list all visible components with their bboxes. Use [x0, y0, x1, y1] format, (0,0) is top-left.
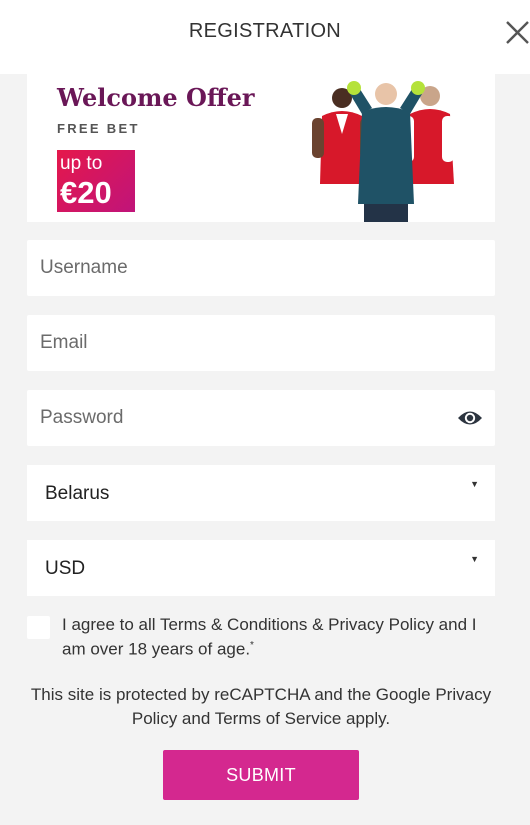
- close-icon: [506, 21, 529, 44]
- currency-value: USD: [45, 558, 86, 579]
- chevron-down-icon: ▼: [470, 479, 479, 489]
- page-title: REGISTRATION: [188, 20, 342, 42]
- offer-subtitle: FREE BET: [57, 121, 140, 136]
- show-password-button[interactable]: [457, 408, 483, 428]
- football-players-image: [312, 81, 454, 222]
- bonus-badge-amount: €20: [60, 175, 112, 210]
- country-select[interactable]: Belarus ▼: [27, 465, 495, 521]
- terms-label: I agree to all Terms & Conditions & Priv…: [62, 614, 502, 660]
- terms-checkbox[interactable]: [27, 616, 50, 639]
- terms-asterisk: *: [250, 640, 254, 651]
- eye-icon: [458, 411, 482, 425]
- username-input[interactable]: [27, 240, 495, 296]
- recaptcha-notice: This site is protected by reCAPTCHA and …: [30, 685, 492, 728]
- password-input[interactable]: [27, 390, 495, 446]
- email-input[interactable]: [27, 315, 495, 371]
- password-field[interactable]: [27, 390, 495, 446]
- bonus-badge: up to €20: [57, 150, 135, 212]
- offer-title: Welcome Offer: [57, 83, 255, 112]
- terms-text: I agree to all Terms & Conditions & Priv…: [62, 615, 477, 659]
- submit-button[interactable]: SUBMIT: [163, 750, 359, 800]
- welcome-offer-banner[interactable]: Welcome Offer FREE BET up to €20: [27, 74, 495, 222]
- country-value: Belarus: [45, 483, 110, 504]
- currency-select[interactable]: USD ▼: [27, 540, 495, 596]
- close-button[interactable]: [502, 18, 530, 46]
- username-field[interactable]: [27, 240, 495, 296]
- bonus-badge-upto: up to: [60, 153, 103, 174]
- header: REGISTRATION: [0, 0, 530, 74]
- chevron-down-icon: ▼: [470, 554, 479, 564]
- email-field[interactable]: [27, 315, 495, 371]
